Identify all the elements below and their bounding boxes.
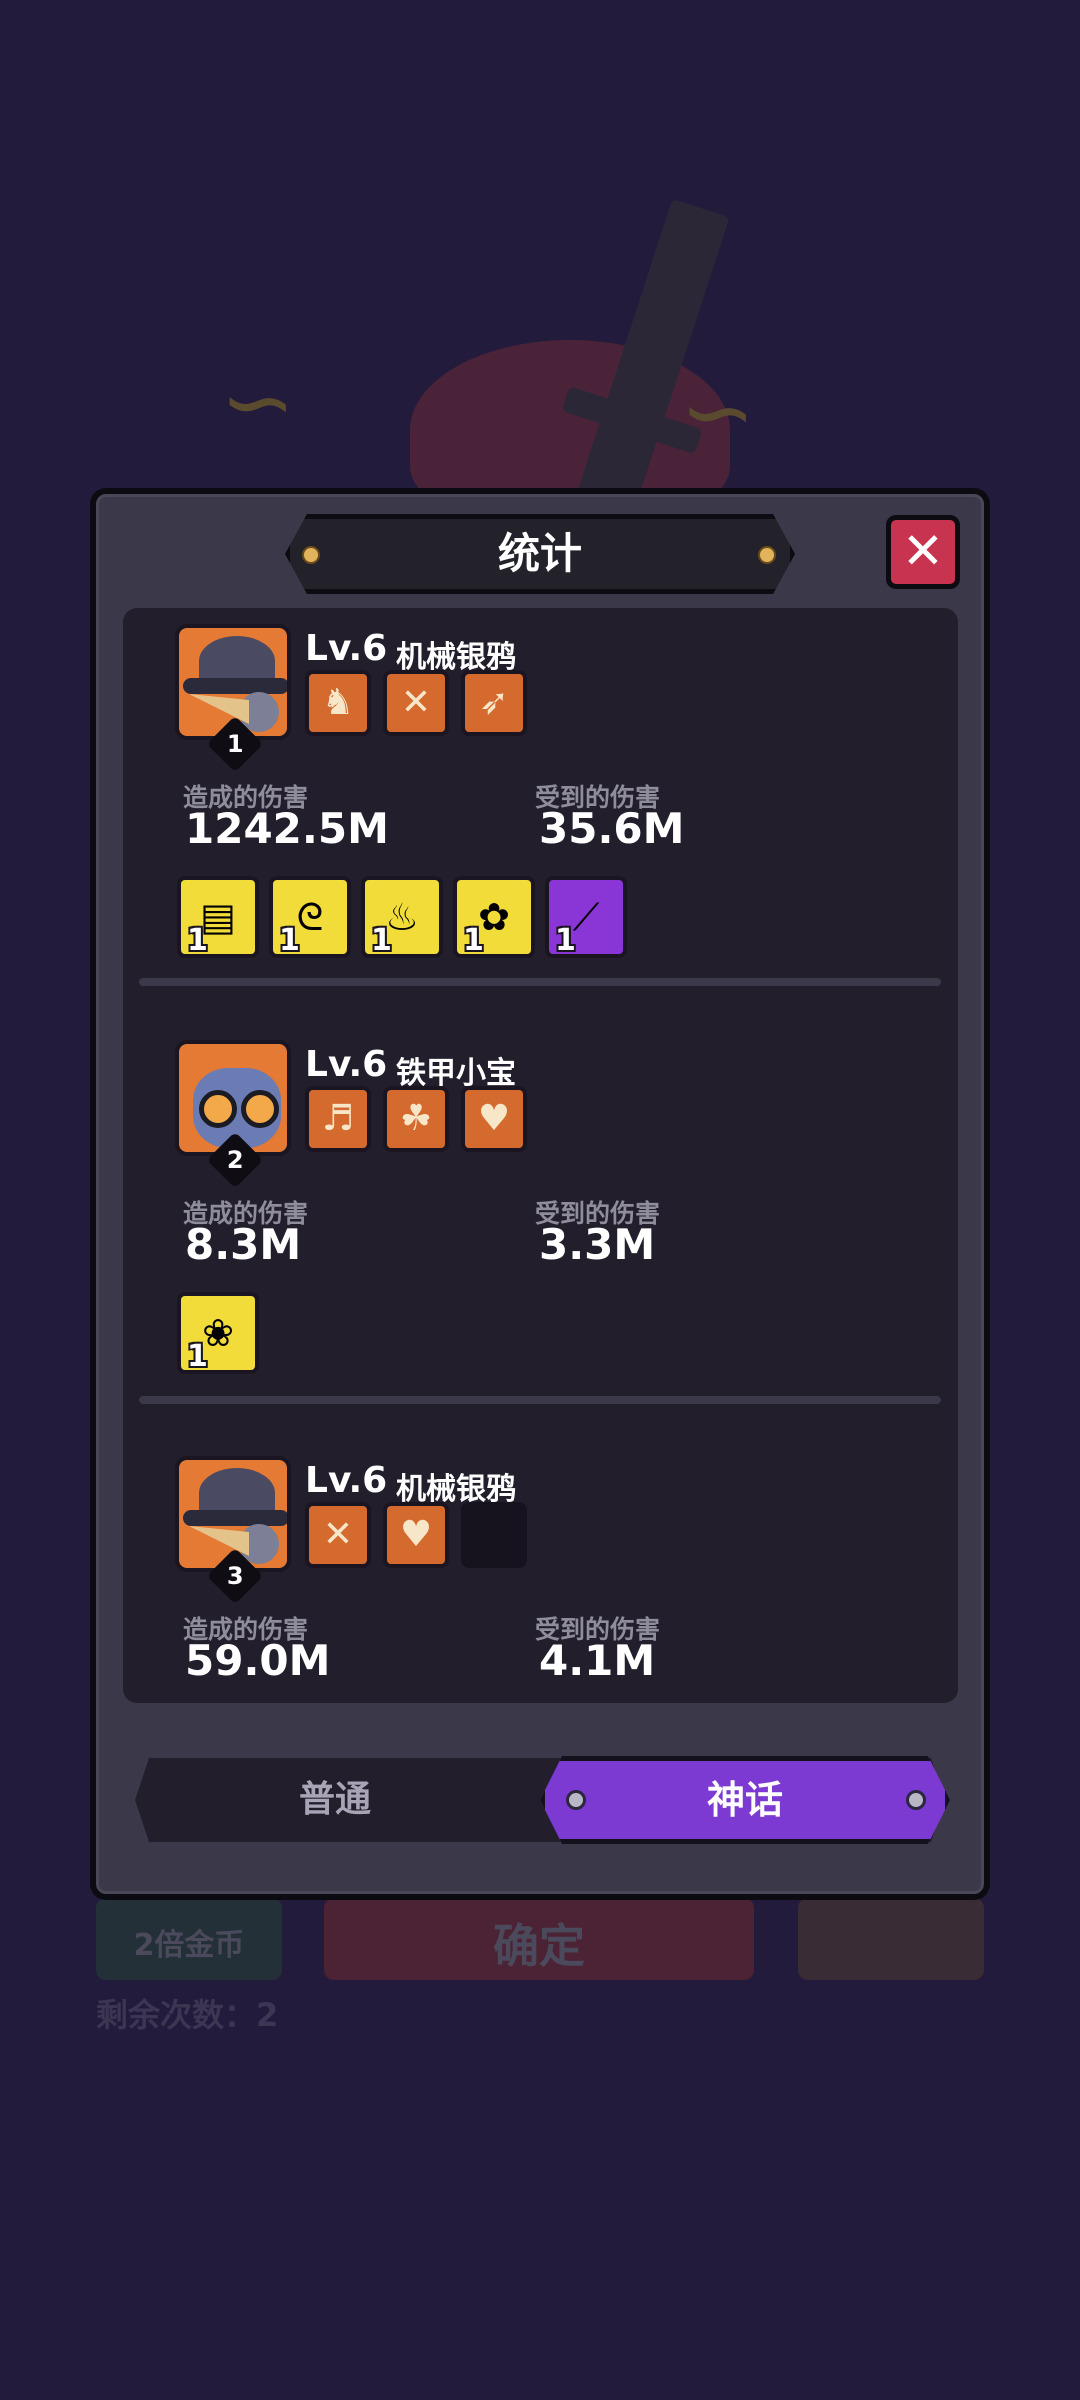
shuriken-icon[interactable]: ✕	[305, 1502, 371, 1568]
golden-horn-icon[interactable]: ♬	[305, 1086, 371, 1152]
empty-skill-slot	[461, 1502, 527, 1568]
background-swirl-icon: ∽	[220, 350, 296, 455]
damage-dealt-value: 1242.5M	[185, 804, 389, 853]
remaining-count-text: 剩余次数：2	[96, 1990, 278, 2036]
hero-level: Lv.6	[305, 628, 388, 669]
close-icon: ✕	[902, 522, 944, 580]
background-side-button	[798, 1898, 984, 1980]
horn-icon[interactable]: ♞	[305, 670, 371, 736]
shuriken-icon[interactable]: ✕	[383, 670, 449, 736]
double-coins-button: 2倍金币	[96, 1898, 282, 1980]
fire-doll-icon[interactable]: ♨ 1	[361, 876, 443, 958]
tab-mythic[interactable]: 神话	[540, 1756, 950, 1844]
ice-heart-icon[interactable]: ♥	[461, 1086, 527, 1152]
leaf-blade-icon[interactable]: ☘	[383, 1086, 449, 1152]
hero-level: Lv.6	[305, 1044, 388, 1085]
magic-wand-icon[interactable]: ⟋ 1	[545, 876, 627, 958]
map-scroll-icon[interactable]: ▤ 1	[177, 876, 259, 958]
close-button[interactable]: ✕	[886, 515, 960, 589]
modal-title: 统计	[497, 529, 582, 578]
heart-flower-icon[interactable]: ❀ 1	[177, 1292, 259, 1374]
treasure-pile-icon[interactable]: ✿ 1	[453, 876, 535, 958]
crossbow-icon[interactable]: ➶	[461, 670, 527, 736]
tab-normal[interactable]: 普通	[135, 1758, 535, 1842]
remaining-value: 2	[256, 1996, 279, 2034]
double-coins-label: 2倍金币	[133, 1928, 245, 1963]
hero-stats-list[interactable]: 1 Lv.6 机械银鸦 ♞ ✕ ➶ 造成的伤害 1242.5M 受到的伤害 35…	[123, 608, 958, 1703]
remaining-label: 剩余次数：	[96, 1996, 257, 2034]
confirm-button: 确定	[324, 1898, 754, 1980]
background-swirl-icon: ∽	[680, 360, 756, 465]
divider	[139, 978, 941, 986]
green-swirl-icon[interactable]: ᘓ1	[269, 876, 351, 958]
ice-heart-icon[interactable]: ♥	[383, 1502, 449, 1568]
damage-taken-value: 4.1M	[539, 1636, 656, 1685]
confirm-label: 确定	[493, 1919, 585, 1973]
damage-dealt-value: 8.3M	[185, 1220, 302, 1269]
damage-taken-value: 35.6M	[539, 804, 685, 853]
damage-taken-value: 3.3M	[539, 1220, 656, 1269]
divider	[139, 1396, 941, 1404]
hero-level: Lv.6	[305, 1460, 388, 1501]
damage-dealt-value: 59.0M	[185, 1636, 331, 1685]
